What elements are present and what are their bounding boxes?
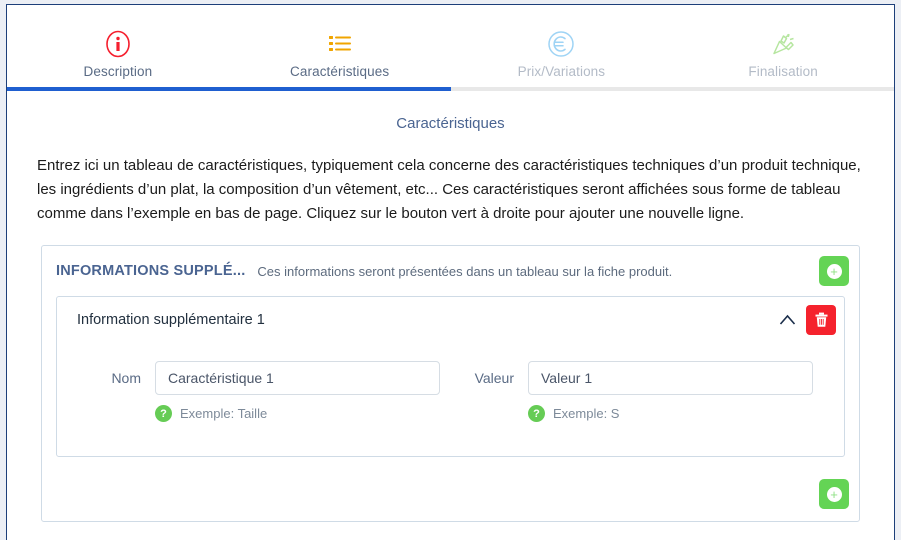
value-field-group: Valeur ? Exemple: S [440,361,813,422]
tab-prix-variations[interactable]: Prix/Variations [451,5,673,79]
wizard-window: Description Caractéristiques Prix/Variat… [6,4,895,540]
info-circle-icon [104,28,132,60]
delete-row-button[interactable] [806,305,836,335]
question-mark-icon[interactable]: ? [155,405,172,422]
wizard-progress-track [7,87,894,91]
plus-icon: + [826,263,842,279]
chevron-up-icon[interactable] [774,307,800,333]
app-screen: Description Caractéristiques Prix/Variat… [0,0,901,540]
panel-header: INFORMATIONS SUPPLÉ... Ces informations … [42,246,859,296]
wizard-tabs: Description Caractéristiques Prix/Variat… [7,5,894,87]
name-field-label: Nom [111,370,141,386]
tab-finalisation-label: Finalisation [748,64,818,79]
value-input[interactable] [528,361,813,395]
panel-title: INFORMATIONS SUPPLÉ... [56,263,246,279]
add-row-button-top[interactable]: + [819,256,849,286]
tab-description[interactable]: Description [7,5,229,79]
value-hint: ? Exemple: S [440,405,813,422]
tab-prix-variations-label: Prix/Variations [517,64,606,79]
info-row-header: Information supplémentaire 1 [57,297,844,343]
info-row-card: Information supplémentaire 1 Nom Caracté… [56,296,845,457]
party-popper-icon [767,28,799,60]
page-intro-text: Entrez ici un tableau de caractéristique… [37,157,861,222]
tab-description-label: Description [83,64,153,79]
name-hint: ? Exemple: Taille [77,405,440,422]
page-content: Caractéristiques Entrez ici un tableau d… [7,115,894,522]
value-field-label: Valeur [474,370,514,386]
info-row-title: Information supplémentaire 1 [77,312,265,328]
page-title: Caractéristiques [396,115,505,132]
name-field-group: Nom ? Exemple: Taille [77,361,440,422]
field-row: Nom ? Exemple: Taille Valeur [77,361,824,422]
tab-caracteristiques-label: Caractéristiques [290,64,390,79]
name-input[interactable] [155,361,440,395]
trash-icon [815,312,827,327]
panel-footer: + [42,471,859,521]
panel-subtitle: Ces informations seront présentées dans … [257,263,673,279]
add-row-button-bottom[interactable]: + [819,479,849,509]
euro-circle-icon [545,28,577,60]
value-hint-text: Exemple: S [553,406,620,421]
plus-icon: + [826,486,842,502]
question-mark-icon[interactable]: ? [528,405,545,422]
name-hint-text: Exemple: Taille [180,406,268,421]
tab-caracteristiques[interactable]: Caractéristiques [229,5,451,79]
tab-finalisation[interactable]: Finalisation [672,5,894,79]
wizard-progress-fill [7,87,451,91]
list-icon [325,28,355,60]
info-row-body: Nom ? Exemple: Taille Valeur [57,343,844,456]
additional-info-panel: INFORMATIONS SUPPLÉ... Ces informations … [41,245,860,522]
